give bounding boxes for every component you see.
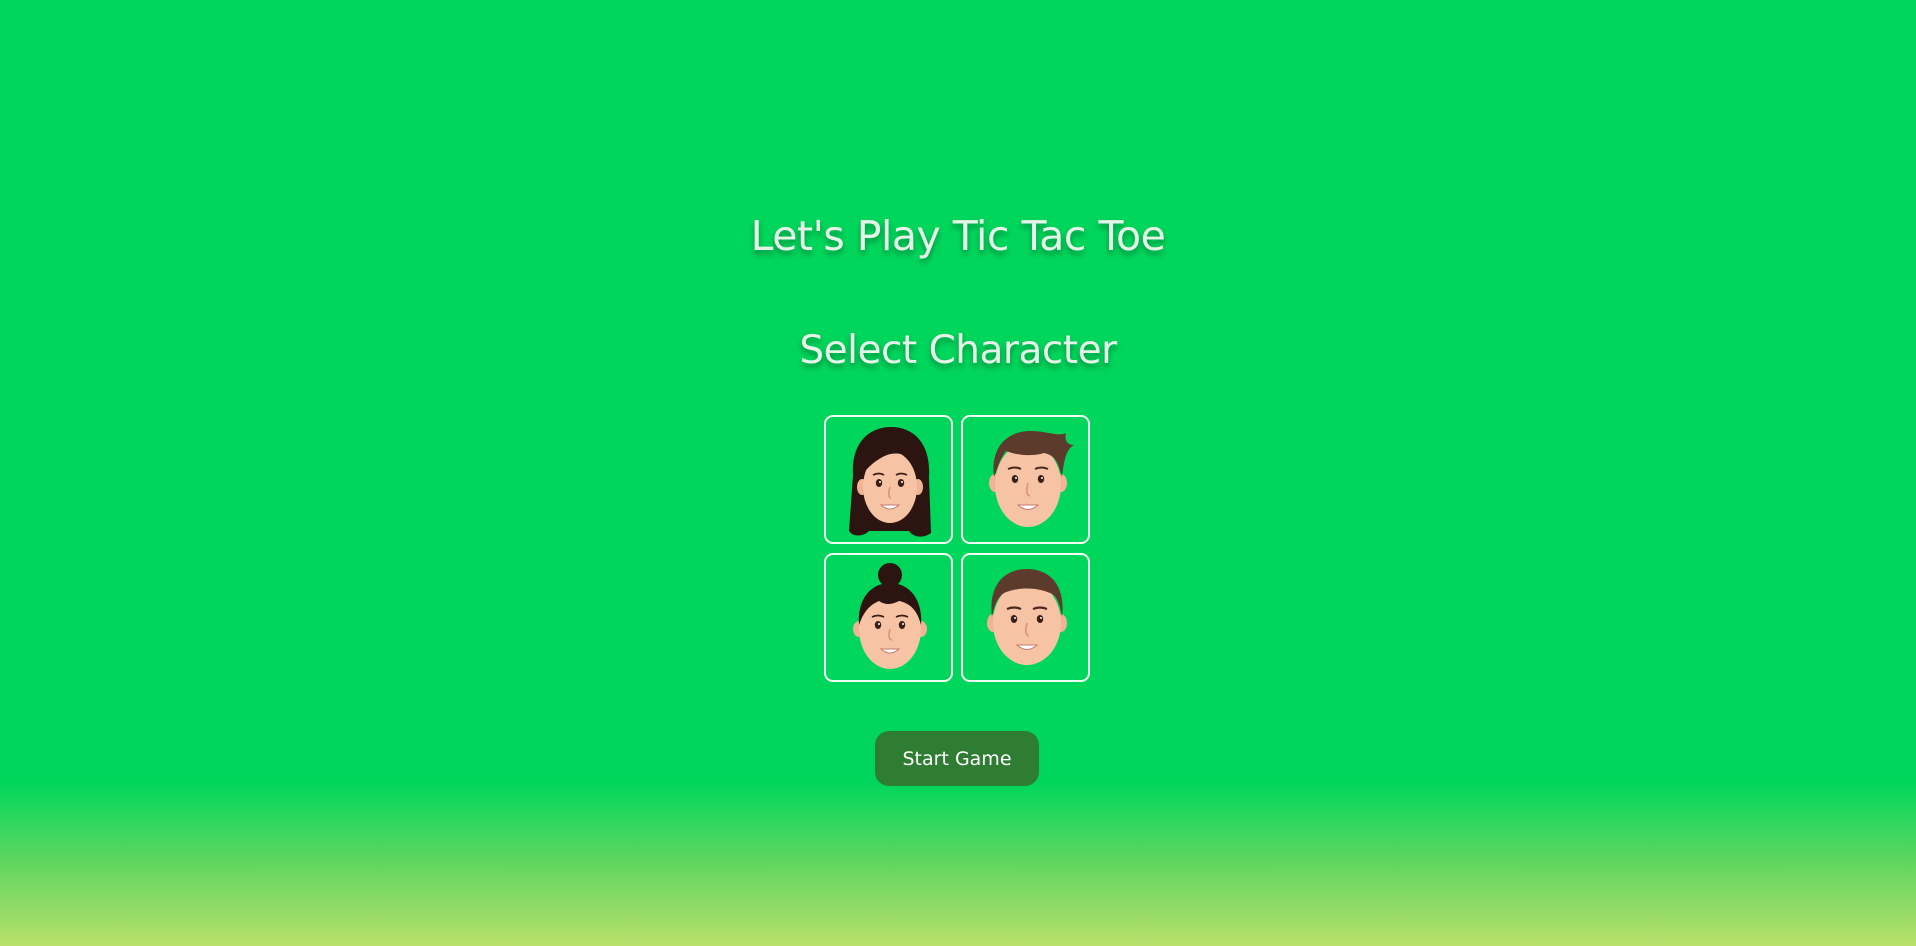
start-game-button[interactable]: Start Game xyxy=(875,731,1039,786)
character-grid xyxy=(824,415,1090,682)
woman-hair-bun-avatar-icon xyxy=(852,562,927,669)
man-short-hair-avatar-icon xyxy=(986,568,1067,665)
character-option-2[interactable] xyxy=(961,415,1090,544)
select-character-heading: Select Character xyxy=(799,328,1117,373)
character-option-4[interactable] xyxy=(961,553,1090,682)
character-option-3[interactable] xyxy=(824,553,953,682)
man-swept-hair-avatar-icon xyxy=(988,430,1074,527)
woman-long-hair-avatar-icon xyxy=(848,426,931,537)
page-title: Let's Play Tic Tac Toe xyxy=(750,212,1166,260)
character-option-1[interactable] xyxy=(824,415,953,544)
